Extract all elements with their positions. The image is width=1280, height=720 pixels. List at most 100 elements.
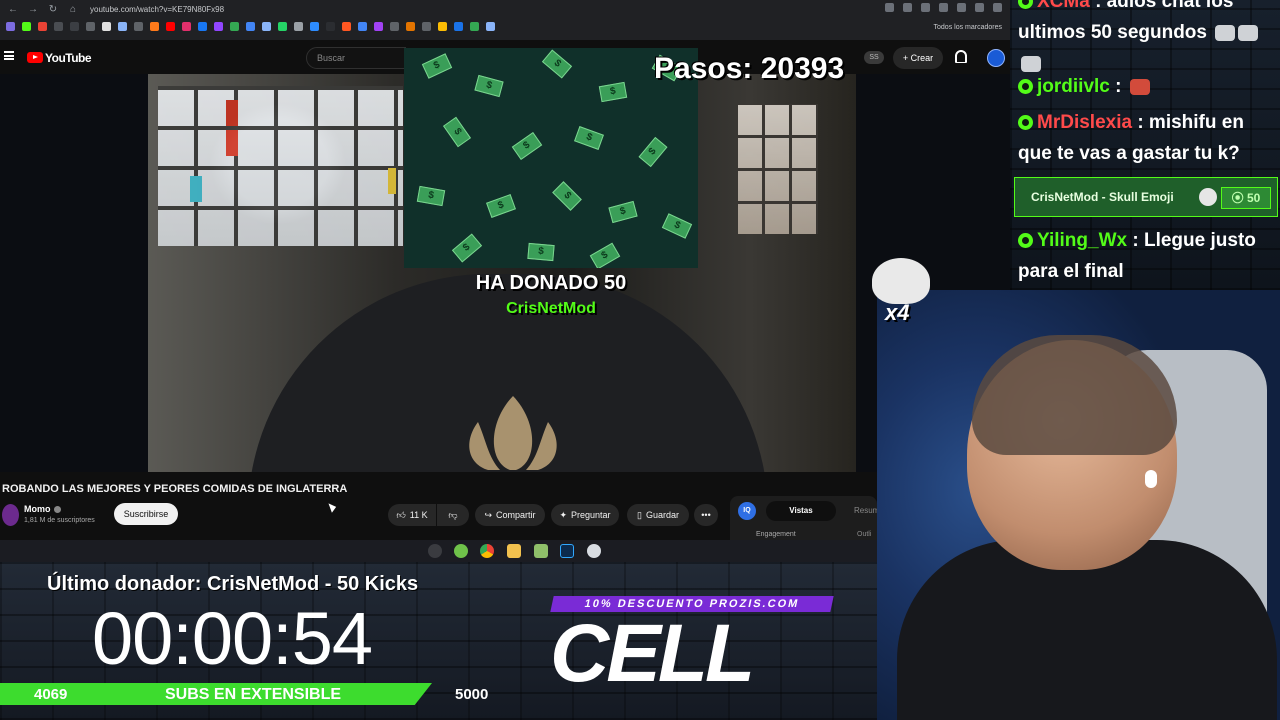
bookmark-icon[interactable] — [278, 22, 287, 31]
bookmark-icon[interactable] — [246, 22, 255, 31]
bookmarks-bar — [6, 22, 495, 31]
channel-subscribers: 1,81 M de suscriptores — [24, 517, 95, 524]
iq-logo-icon[interactable]: IQ — [738, 502, 756, 520]
home-icon[interactable]: ⌂ — [66, 3, 80, 17]
bookmark-icon[interactable] — [294, 22, 303, 31]
more-actions-button[interactable]: ••• — [694, 504, 718, 526]
save-button[interactable]: ▯ Guardar — [627, 504, 689, 526]
menu-icon[interactable] — [4, 51, 14, 60]
bookmark-icon[interactable] — [358, 22, 367, 31]
bookmark-icon[interactable] — [150, 22, 159, 31]
bookmark-icon[interactable] — [486, 22, 495, 31]
engagement-label: Engagement — [756, 531, 796, 538]
subscribe-button[interactable]: Suscribirse — [114, 503, 178, 525]
bookmark-icon[interactable] — [198, 22, 207, 31]
address-row: ← → ↻ ⌂ youtube.com/watch?v=KE79N80Fx98 — [0, 0, 1010, 19]
subs-goal: 5000 — [455, 686, 489, 703]
extension-icon[interactable] — [957, 3, 966, 12]
bookmark-icon[interactable] — [102, 22, 111, 31]
dollar-bill-icon: $ — [552, 181, 582, 211]
ss-badge: SS — [864, 51, 884, 64]
dollar-bill-icon: $ — [608, 200, 638, 224]
back-icon[interactable]: ← — [6, 3, 20, 17]
bookmark-icon[interactable] — [454, 22, 463, 31]
dollar-bill-icon: $ — [486, 194, 516, 218]
dollar-bill-icon: $ — [474, 74, 504, 98]
bookmark-icon[interactable] — [214, 22, 223, 31]
dollar-bill-icon: $ — [574, 126, 604, 150]
webcam-feed — [877, 290, 1280, 720]
bookmark-icon[interactable] — [86, 22, 95, 31]
bookmark-star-icon[interactable] — [921, 3, 930, 12]
chat-username[interactable]: jordiivlc — [1037, 76, 1110, 97]
bookmark-icon[interactable] — [342, 22, 351, 31]
more-dots-icon: ••• — [701, 510, 711, 520]
bookmark-icon[interactable] — [134, 22, 143, 31]
zoom-icon[interactable] — [885, 3, 894, 12]
account-avatar[interactable] — [987, 49, 1005, 67]
channel-avatar[interactable] — [2, 504, 19, 526]
reload-icon[interactable]: ↻ — [46, 3, 60, 17]
chat-panel: XCMa : adios chat los ultimos 50 segundo… — [1010, 0, 1280, 290]
chat-username[interactable]: Yiling_Wx — [1037, 230, 1127, 251]
bookmark-icon[interactable] — [422, 22, 431, 31]
sparkle-icon: ✦ — [559, 510, 567, 520]
address-bar[interactable]: youtube.com/watch?v=KE79N80Fx98 — [90, 5, 224, 14]
bookmark-icon[interactable] — [54, 22, 63, 31]
chat-message: Yiling_Wx : Llegue justo para el final — [1018, 225, 1276, 287]
dollar-bill-icon: $ — [416, 185, 446, 207]
bookmark-icon[interactable] — [406, 22, 415, 31]
chat-username[interactable]: MrDislexia — [1037, 112, 1132, 133]
notifications-bell-icon[interactable] — [955, 50, 967, 63]
tab-resumen[interactable]: Resum — [854, 506, 879, 515]
youtube-logo-icon[interactable] — [27, 52, 43, 63]
bookmark-icon[interactable] — [438, 22, 447, 31]
chrome-icon[interactable] — [480, 544, 494, 558]
ask-button[interactable]: ✦ Preguntar — [551, 504, 619, 526]
bookmarks-folder[interactable]: Todos los marcadores — [934, 24, 1002, 31]
bookmark-icon[interactable] — [118, 22, 127, 31]
dislike-button[interactable]: 👎︎ — [437, 504, 469, 526]
chat-message: jordiivlc : — [1018, 71, 1276, 102]
bookmark-icon[interactable] — [262, 22, 271, 31]
taskbar — [0, 540, 877, 562]
app-icon[interactable] — [534, 544, 548, 558]
channel-name[interactable]: Momo — [24, 504, 61, 514]
analytics-panel: IQ Vistas Resum Engagement Outli — [730, 496, 879, 540]
kick-badge-icon — [1018, 79, 1033, 95]
bookmark-icon[interactable] — [38, 22, 47, 31]
bookmark-icon[interactable] — [326, 22, 335, 31]
share-icon[interactable] — [903, 3, 912, 12]
obs-icon[interactable] — [428, 544, 442, 558]
share-button[interactable]: ↪ Compartir — [475, 504, 545, 526]
bookmark-icon[interactable] — [470, 22, 479, 31]
profile-icon[interactable] — [993, 3, 1002, 12]
bookmark-icon[interactable] — [22, 22, 31, 31]
youtube-logo-text[interactable]: YouTube — [45, 51, 92, 65]
earbud — [1145, 470, 1157, 488]
create-button[interactable]: + Crear — [893, 47, 943, 69]
app-icon[interactable] — [587, 544, 601, 558]
like-button[interactable]: 👍︎ 11 K — [388, 504, 436, 526]
browser-chrome: ← → ↻ ⌂ youtube.com/watch?v=KE79N80Fx98 — [0, 0, 1010, 40]
bookmark-icon[interactable] — [182, 22, 191, 31]
bookmark-icon[interactable] — [6, 22, 15, 31]
donation-alert-title: HA DONADO 50 — [475, 272, 627, 294]
extension-icon[interactable] — [939, 3, 948, 12]
bookmark-icon[interactable] — [390, 22, 399, 31]
bookmark-icon[interactable] — [374, 22, 383, 31]
bookmark-icon[interactable] — [166, 22, 175, 31]
channel-name-text[interactable]: Momo — [24, 504, 51, 514]
folder-icon[interactable] — [507, 544, 521, 558]
tab-vistas[interactable]: Vistas — [766, 501, 836, 521]
search-input[interactable]: Buscar — [306, 47, 406, 69]
dollar-bill-icon: $ — [442, 116, 472, 148]
forward-icon[interactable]: → — [26, 3, 40, 17]
photoshop-icon[interactable] — [560, 544, 574, 558]
extensions-menu-icon[interactable] — [975, 3, 984, 12]
app-icon[interactable] — [454, 544, 468, 558]
bookmark-icon[interactable] — [310, 22, 319, 31]
bookmark-icon[interactable] — [70, 22, 79, 31]
bookmark-icon[interactable] — [230, 22, 239, 31]
chat-username[interactable]: XCMa — [1037, 0, 1090, 12]
